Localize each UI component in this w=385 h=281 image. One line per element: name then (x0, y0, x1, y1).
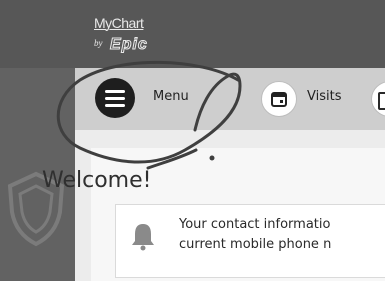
contact-info-alert[interactable]: Your contact informatio current mobile p… (115, 204, 385, 278)
mychart-logo[interactable]: MyChart by Epic (94, 15, 184, 60)
menu-icon-bar (105, 97, 125, 100)
menu-icon-bar (105, 104, 125, 107)
top-header: MyChart by Epic (0, 0, 385, 68)
alert-line-2: current mobile phone n (179, 237, 332, 252)
page-title: Welcome! (42, 168, 152, 193)
document-icon (378, 92, 385, 110)
nav-toolbar: Menu Visits (75, 68, 385, 130)
calendar-icon (271, 92, 287, 107)
logo-wordmark: MyChart (94, 15, 144, 31)
menu-icon-bar (105, 90, 125, 93)
visits-icon-circle (261, 81, 297, 117)
visits-button[interactable]: Visits (261, 81, 361, 117)
hamburger-menu-icon (95, 78, 135, 118)
alert-message: Your contact informatio current mobile p… (179, 215, 331, 255)
app-window: MyChart by Epic Menu Visits Welcome! You… (0, 0, 385, 281)
visits-label: Visits (307, 89, 342, 104)
logo-by-text: by (94, 38, 103, 48)
bell-icon (132, 224, 154, 251)
menu-label: Menu (153, 89, 189, 104)
next-nav-button[interactable] (371, 81, 385, 117)
menu-button[interactable]: Menu (95, 78, 235, 118)
logo-vendor: Epic (110, 36, 148, 54)
alert-line-1: Your contact informatio (179, 217, 331, 232)
